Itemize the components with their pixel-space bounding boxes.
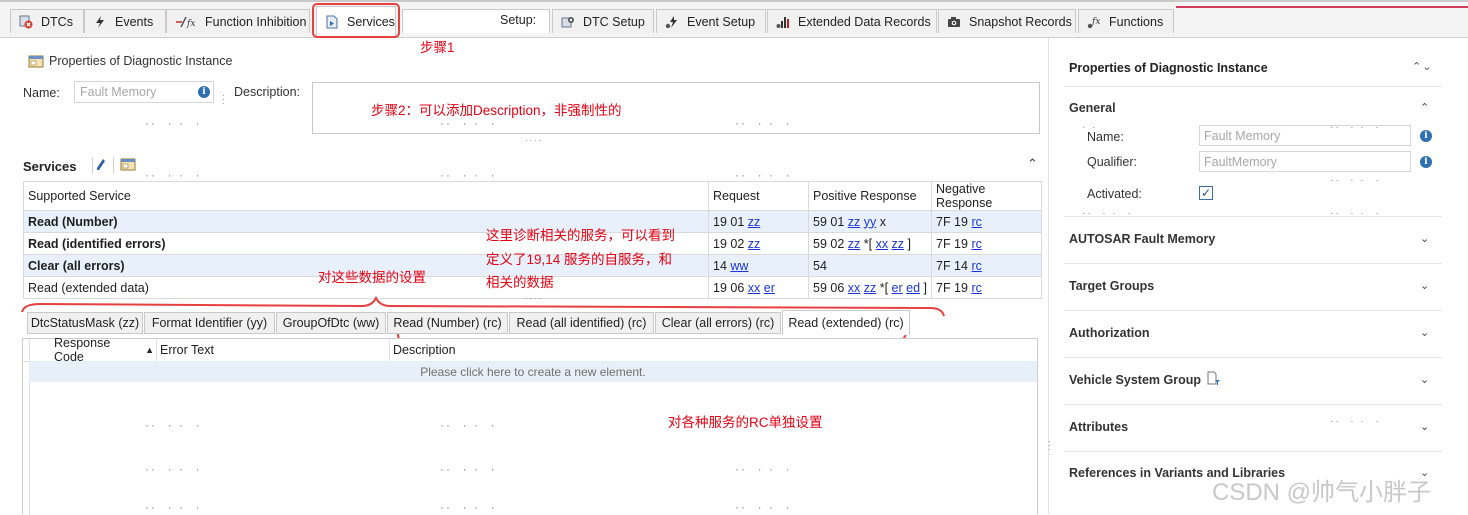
chevron-down-icon[interactable]: ⌄	[1420, 232, 1429, 245]
dotted-separator: ·· · · ·	[1330, 175, 1381, 186]
annotation-rc-settings: 对各种服务的RC单独设置	[668, 415, 823, 430]
subtab-read-number-rc[interactable]: Read (Number) (rc)	[387, 312, 508, 334]
rp-qualifier-label: Qualifier:	[1087, 155, 1138, 169]
section-separator	[1064, 357, 1442, 358]
create-new-element-row[interactable]: Please click here to create a new elemen…	[29, 361, 1037, 382]
dotted-separator: ·· · · ·	[735, 462, 792, 476]
section-separator	[1064, 263, 1442, 264]
section-attributes[interactable]: Attributes	[1069, 420, 1128, 434]
dotted-separator: ·· · · ·	[145, 500, 202, 514]
column-divider	[156, 339, 157, 361]
chevron-up-icon[interactable]: ⌃	[1420, 101, 1429, 114]
subtab-read-all-identified-rc[interactable]: Read (all identified) (rc)	[509, 312, 654, 334]
chevron-down-icon[interactable]: ⌄	[1420, 373, 1429, 386]
subtab-read-extended-rc[interactable]: Read (extended) (rc)	[782, 310, 910, 335]
column-header-error-text[interactable]: Error Text	[160, 339, 390, 361]
dotted-separator: ·· · · ·	[1082, 208, 1133, 219]
watermark: CSDN @帅气小胖子	[1212, 479, 1432, 506]
activated-checkbox[interactable]: ✓	[1199, 186, 1213, 200]
section-vehicle-system-group[interactable]: Vehicle System Group	[1069, 373, 1201, 387]
subtab-dtcstatusmask[interactable]: DtcStatusMask (zz)	[27, 312, 143, 334]
dotted-separator: ·· · · ·	[1330, 416, 1381, 427]
chevron-down-icon[interactable]: ⌄	[1420, 420, 1429, 433]
section-general[interactable]: General	[1069, 101, 1116, 115]
dotted-separator: ·· · · ·	[735, 500, 792, 514]
sort-ascending-icon[interactable]: ▲	[145, 345, 154, 355]
checkmark-icon: ✓	[1200, 186, 1212, 200]
dotted-separator: ·· · · ·	[440, 462, 497, 476]
section-separator	[1064, 86, 1442, 87]
section-autosar-fault-memory[interactable]: AUTOSAR Fault Memory	[1069, 232, 1215, 246]
subtab-clear-all-errors-rc[interactable]: Clear (all errors) (rc)	[655, 312, 781, 334]
right-panel-title: Properties of Diagnostic Instance	[1069, 61, 1268, 75]
section-separator	[1064, 404, 1442, 405]
section-target-groups[interactable]: Target Groups	[1069, 279, 1154, 293]
section-authorization[interactable]: Authorization	[1069, 326, 1150, 340]
dotted-separator: · ·	[1082, 122, 1098, 133]
dotted-separator: ·· · · ·	[145, 462, 202, 476]
section-separator	[1064, 216, 1442, 217]
subtab-format-identifier[interactable]: Format Identifier (yy)	[144, 312, 275, 334]
column-header-response-code[interactable]: Response Code ▲	[54, 336, 154, 364]
column-header-label: Response Code	[54, 336, 111, 364]
document-filter-icon	[1207, 371, 1221, 389]
column-divider	[389, 339, 390, 361]
dotted-separator: ·· · · ·	[440, 418, 497, 432]
collapse-expand-all-icon[interactable]: ⌃⌄	[1412, 60, 1432, 73]
section-separator	[1064, 451, 1442, 452]
dotted-separator: ·· · · ·	[440, 500, 497, 514]
dotted-separator: ·· · · ·	[1330, 122, 1381, 133]
info-icon[interactable]: i	[1420, 156, 1432, 168]
column-header-description[interactable]: Description	[393, 339, 693, 361]
dotted-separator: ·· · · ·	[1330, 208, 1381, 219]
chevron-down-icon[interactable]: ⌄	[1420, 279, 1429, 292]
dotted-separator: ·· · · ·	[145, 418, 202, 432]
rp-activated-label: Activated:	[1087, 187, 1142, 201]
chevron-down-icon[interactable]: ⌄	[1420, 326, 1429, 339]
splitter-dots: ···	[1045, 440, 1055, 452]
subtab-groupofdtc[interactable]: GroupOfDtc (ww)	[276, 312, 386, 334]
rp-qualifier-input[interactable]: FaultMemory	[1199, 151, 1411, 172]
info-icon[interactable]: i	[1420, 130, 1432, 142]
section-separator	[1064, 310, 1442, 311]
